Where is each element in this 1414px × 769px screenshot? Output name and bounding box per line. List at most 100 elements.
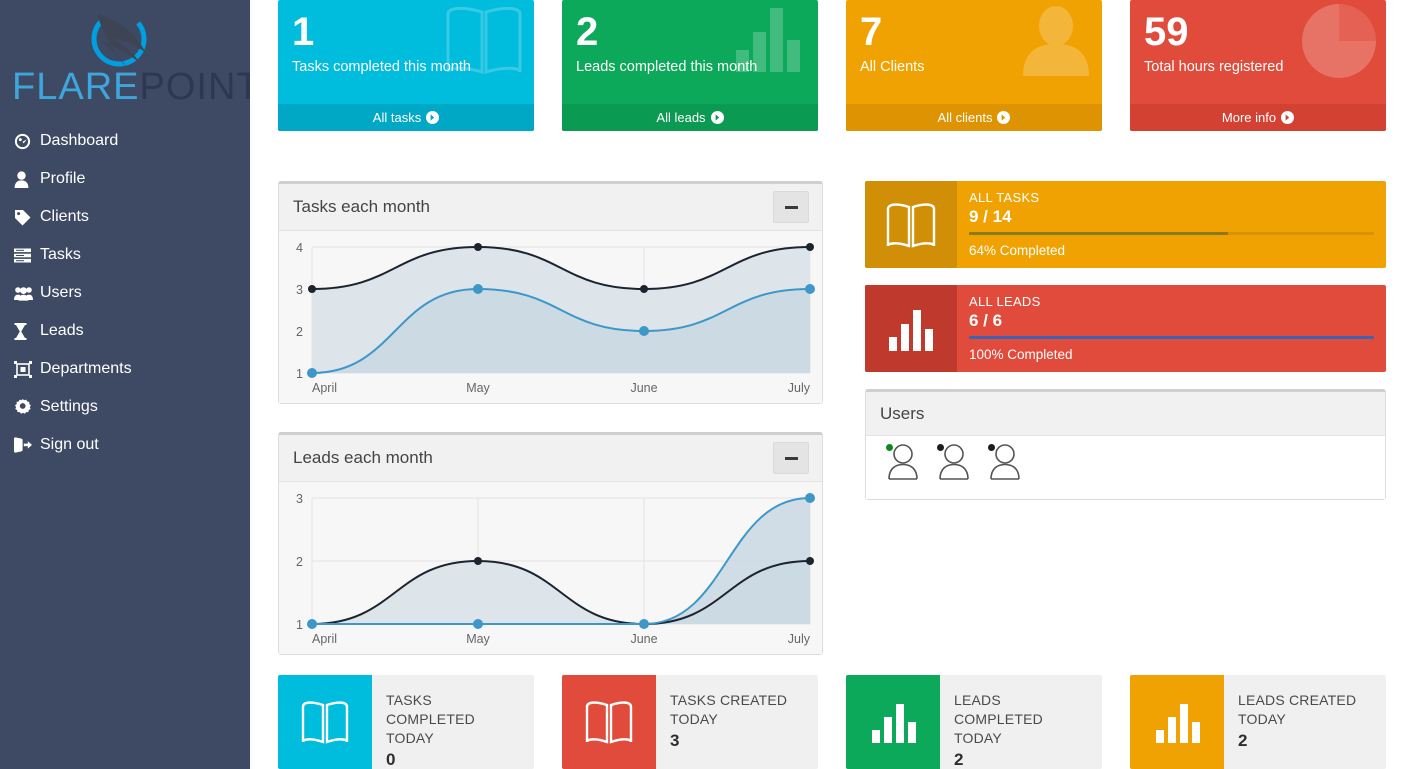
arrow-circle-right-icon [426,111,439,124]
svg-text:June: June [630,632,657,646]
sidebar-item-dashboard[interactable]: Dashboard [0,122,250,160]
users-icon [14,286,38,301]
svg-text:April: April [312,381,337,395]
sidebar-nav: Dashboard Profile Clie [0,122,250,464]
users-list [866,436,1385,499]
progress-all-tasks[interactable]: ALL TASKS 9 / 14 64% Completed [865,181,1386,268]
hourglass-icon [14,323,38,340]
panel-tasks-each-month: Tasks each month 1234AprilMayJuneJuly [278,181,823,404]
chart-icon [865,285,957,372]
stat-card-link[interactable]: All leads [562,104,818,131]
mini-card-body: TASKS CREATED TODAY 3 [656,675,818,769]
sidebar-item-leads[interactable]: Leads [0,312,250,350]
avatar-icon [884,467,922,484]
stat-card-value: 2 [576,6,804,58]
svg-text:1: 1 [296,618,303,632]
panel-header: Tasks each month [279,184,822,231]
chart-icon [1130,675,1224,769]
svg-text:2: 2 [296,325,303,339]
brand-wordmark: FLAREPOINT [12,68,238,106]
svg-text:April: April [312,632,337,646]
stat-card-caption: All Clients [860,58,1088,76]
brand-block[interactable]: FLAREPOINT [0,0,250,122]
stat-card-all-clients[interactable]: 7 All Clients All clients [846,0,1102,131]
sidebar-item-label: Profile [40,170,85,188]
progress-bar [969,336,1374,339]
progress-subtext: 64% Completed [969,243,1374,258]
progress-bar [969,232,1374,235]
svg-text:May: May [466,632,490,646]
list-icon [14,248,38,263]
progress-body: ALL LEADS 6 / 6 100% Completed [957,285,1386,372]
stat-card-link[interactable]: All tasks [278,104,534,131]
user-chip[interactable] [935,444,977,485]
chart-svg: 1234AprilMayJuneJuly [279,231,822,403]
sidebar-item-profile[interactable]: Profile [0,160,250,198]
sidebar-item-tasks[interactable]: Tasks [0,236,250,274]
sitemap-icon [14,361,38,378]
minimize-icon[interactable] [773,191,809,223]
gear-icon [14,399,38,416]
stat-card-link-label: All leads [656,110,705,125]
panel-users: Users [865,389,1386,500]
status-badge [886,444,893,451]
sidebar-item-clients[interactable]: Clients [0,198,250,236]
stat-card-total-hours[interactable]: 59 Total hours registered More info [1130,0,1386,131]
mini-card-label: LEADS CREATED TODAY [1238,691,1376,729]
stat-card-link-label: More info [1222,110,1276,125]
progress-subtext: 100% Completed [969,347,1374,362]
mini-card-body: LEADS COMPLETED TODAY 2 [940,675,1102,769]
sidebar-item-label: Departments [40,360,132,378]
chart-leads-each-month: 1 2 3 April May June July [279,482,822,654]
tag-icon [14,209,38,226]
svg-text:2: 2 [296,555,303,569]
progress-label: ALL TASKS [969,190,1374,206]
user-chip[interactable] [884,444,926,485]
status-badge [988,444,995,451]
svg-text:3: 3 [296,492,303,506]
stat-card-leads-completed[interactable]: 2 Leads completed this month All leads [562,0,818,131]
sidebar-item-sign-out[interactable]: Sign out [0,426,250,464]
minimize-icon[interactable] [773,442,809,474]
brand-word-one: FLARE [12,66,139,108]
panel-leads-each-month: Leads each month 1 2 3 April May June July [278,432,823,655]
panel-title: Leads each month [293,448,433,468]
svg-text:June: June [630,381,657,395]
dashboard-page: FLAREPOINT Dashboard [0,0,1414,769]
progress-all-leads[interactable]: ALL LEADS 6 / 6 100% Completed [865,285,1386,372]
svg-text:1: 1 [296,367,303,381]
progress-value: 9 / 14 [969,206,1374,228]
panel-header: Leads each month [279,435,822,482]
panel-body: 1 2 3 April May June July [279,482,822,654]
top-stats-row: 1 Tasks completed this month All tasks [250,0,1414,131]
sidebar-item-departments[interactable]: Departments [0,350,250,388]
stat-card-value: 7 [860,6,1088,58]
mini-card-label: TASKS COMPLETED TODAY [386,691,524,748]
avatar-icon [986,467,1024,484]
mini-card-label: TASKS CREATED TODAY [670,691,808,729]
sign-out-icon [14,437,38,453]
mini-card-leads-completed-today[interactable]: LEADS COMPLETED TODAY 2 [846,675,1102,769]
user-chip[interactable] [986,444,1028,485]
svg-text:July: July [788,632,811,646]
arrow-circle-right-icon [1281,111,1294,124]
stat-card-link[interactable]: More info [1130,104,1386,131]
mini-card-leads-created-today[interactable]: LEADS CREATED TODAY 2 [1130,675,1386,769]
sidebar: FLAREPOINT Dashboard [0,0,250,769]
stat-card-body: 1 Tasks completed this month [278,0,534,104]
mini-card-tasks-completed-today[interactable]: TASKS COMPLETED TODAY 0 [278,675,534,769]
stat-card-tasks-completed[interactable]: 1 Tasks completed this month All tasks [278,0,534,131]
mini-card-label: LEADS COMPLETED TODAY [954,691,1092,748]
sidebar-item-users[interactable]: Users [0,274,250,312]
stat-card-caption: Tasks completed this month [292,58,520,76]
sidebar-item-label: Sign out [40,436,99,454]
svg-text:May: May [466,381,490,395]
stat-card-link[interactable]: All clients [846,104,1102,131]
chart-icon [846,675,940,769]
sidebar-item-settings[interactable]: Settings [0,388,250,426]
mini-card-tasks-created-today[interactable]: TASKS CREATED TODAY 3 [562,675,818,769]
mini-card-value: 2 [954,750,1092,769]
panel-title: Users [880,404,924,424]
chart-tasks-each-month: 1234AprilMayJuneJuly [279,231,822,403]
mini-card-value: 0 [386,750,524,769]
